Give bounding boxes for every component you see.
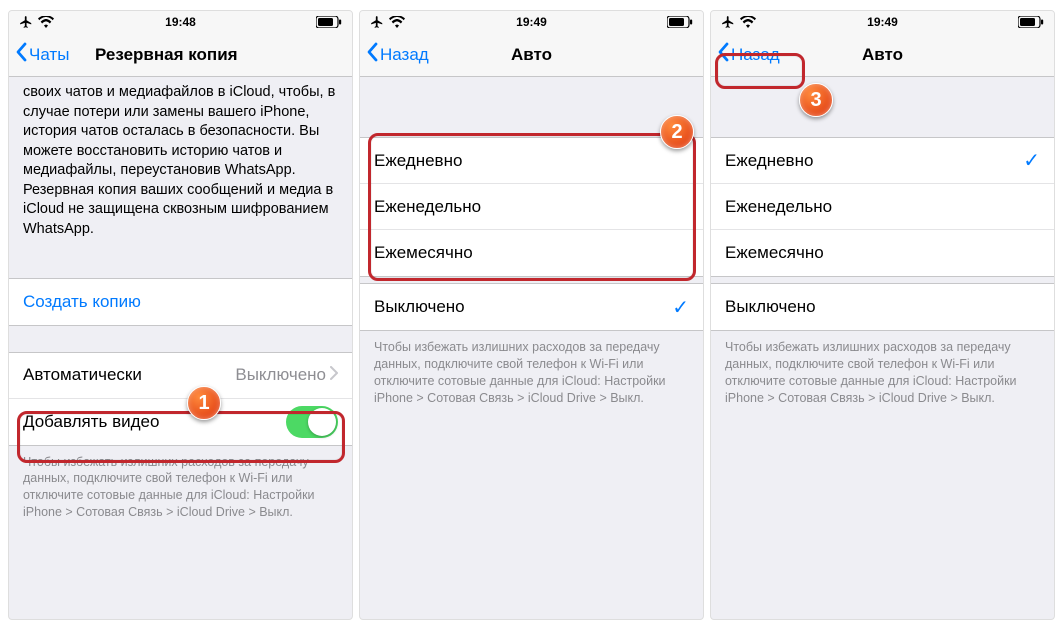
nav-bar: Чаты Резервная копия xyxy=(9,33,352,77)
option-off[interactable]: Выключено xyxy=(711,284,1054,330)
option-weekly[interactable]: Еженедельно xyxy=(711,184,1054,230)
option-monthly[interactable]: Ежемесячно xyxy=(360,230,703,276)
back-button[interactable]: Назад xyxy=(717,42,780,67)
option-label: Выключено xyxy=(374,297,465,317)
include-videos-row[interactable]: Добавлять видео xyxy=(9,399,352,445)
status-bar: 19:49 xyxy=(711,11,1054,33)
footer-note: Чтобы избежать излишних расходов за пере… xyxy=(711,331,1054,421)
option-label: Выключено xyxy=(725,297,816,317)
auto-backup-row[interactable]: Автоматически Выключено xyxy=(9,353,352,399)
option-off[interactable]: Выключено ✓ xyxy=(360,284,703,330)
status-bar: 19:49 xyxy=(360,11,703,33)
create-backup-button[interactable]: Создать копию xyxy=(9,279,352,325)
chevron-right-icon xyxy=(330,365,338,385)
nav-bar: Назад Авто xyxy=(360,33,703,77)
step-badge-2: 2 xyxy=(660,115,694,149)
back-label: Назад xyxy=(731,45,780,65)
footer-note: Чтобы избежать излишних расходов за пере… xyxy=(9,446,352,536)
chevron-left-icon xyxy=(15,42,27,67)
footer-note: Чтобы избежать излишних расходов за пере… xyxy=(360,331,703,421)
status-time: 19:49 xyxy=(711,15,1054,29)
back-button[interactable]: Чаты xyxy=(15,42,69,67)
option-label: Ежемесячно xyxy=(374,243,473,263)
status-time: 19:49 xyxy=(360,15,703,29)
phone-screen-2: 19:49 Назад Авто Ежедневно Еженедельно Е… xyxy=(359,10,704,620)
phone-screen-3: 19:49 Назад Авто Ежедневно ✓ Еженедельно xyxy=(710,10,1055,620)
option-label: Ежедневно xyxy=(374,151,462,171)
phone-screen-1: 19:48 Чаты Резервная копия своих чатов и… xyxy=(8,10,353,620)
nav-title: Резервная копия xyxy=(95,45,352,65)
option-label: Еженедельно xyxy=(725,197,832,217)
create-backup-label: Создать копию xyxy=(23,292,141,312)
option-label: Ежемесячно xyxy=(725,243,824,263)
option-label: Ежедневно xyxy=(725,151,813,171)
content-area: своих чатов и медиафайлов в iCloud, чтоб… xyxy=(9,77,352,619)
status-time: 19:48 xyxy=(9,15,352,29)
option-label: Еженедельно xyxy=(374,197,481,217)
chevron-left-icon xyxy=(366,42,378,67)
chevron-left-icon xyxy=(717,42,729,67)
nav-bar: Назад Авто xyxy=(711,33,1054,77)
content-area: Ежедневно ✓ Еженедельно Ежемесячно Выклю… xyxy=(711,77,1054,619)
back-label: Чаты xyxy=(29,45,69,65)
backup-description: своих чатов и медиафайлов в iCloud, чтоб… xyxy=(9,77,352,252)
back-button[interactable]: Назад xyxy=(366,42,429,67)
include-videos-toggle[interactable] xyxy=(286,406,338,438)
auto-backup-label: Автоматически xyxy=(23,365,142,385)
include-videos-label: Добавлять видео xyxy=(23,412,159,432)
back-label: Назад xyxy=(380,45,429,65)
auto-backup-value: Выключено xyxy=(235,365,326,385)
content-area: Ежедневно Еженедельно Ежемесячно Выключе… xyxy=(360,77,703,619)
option-daily[interactable]: Ежедневно ✓ xyxy=(711,138,1054,184)
option-monthly[interactable]: Ежемесячно xyxy=(711,230,1054,276)
checkmark-icon: ✓ xyxy=(672,295,689,320)
status-bar: 19:48 xyxy=(9,11,352,33)
option-weekly[interactable]: Еженедельно xyxy=(360,184,703,230)
checkmark-icon: ✓ xyxy=(1023,148,1040,173)
step-badge-3: 3 xyxy=(799,83,833,117)
option-daily[interactable]: Ежедневно xyxy=(360,138,703,184)
step-badge-1: 1 xyxy=(187,386,221,420)
